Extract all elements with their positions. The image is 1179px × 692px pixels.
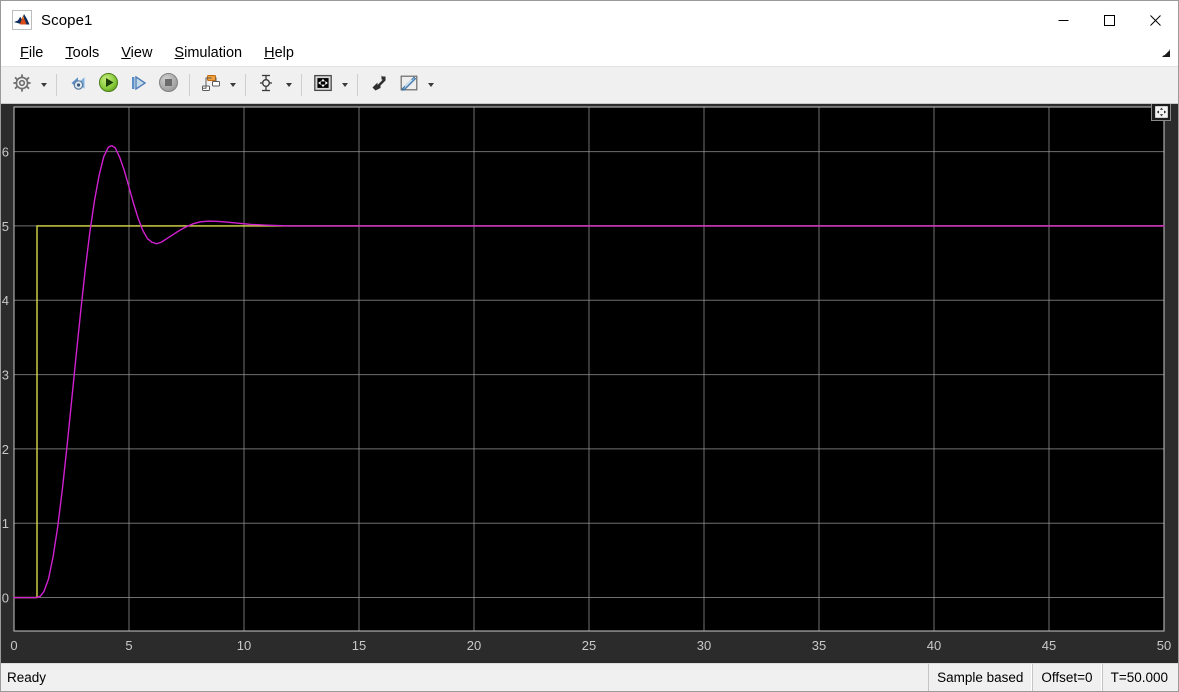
x-tick-label: 40 [927,638,941,653]
status-time: T=50.000 [1101,664,1178,691]
chevron-down-icon [427,83,434,87]
menu-view[interactable]: View [110,42,163,64]
menu-tools[interactable]: Tools [54,42,110,64]
status-offset: Offset=0 [1032,664,1102,691]
x-tick-label: 5 [125,638,132,653]
x-tick-label: 45 [1042,638,1056,653]
simulink-model-dropdown[interactable] [226,71,239,99]
x-tick-label: 30 [697,638,711,653]
stop-button[interactable] [153,71,183,99]
x-tick-label: 15 [352,638,366,653]
x-tick-label: 20 [467,638,481,653]
y-tick-label: 1 [2,516,9,531]
chevron-down-icon [229,83,236,87]
scope-plot-area[interactable]: 0 5 10 15 20 25 30 35 40 45 50 0 1 2 3 4 5 6 [1,104,1178,663]
x-tick-label: 25 [582,638,596,653]
y-tick-label: 3 [2,368,9,383]
toolbar [1,67,1178,104]
toolbar-separator [357,74,358,96]
maximize-button[interactable] [1086,1,1132,39]
menu-file-mnemonic: F [20,44,29,61]
chevron-down-icon [40,83,47,87]
run-back-to-start-button[interactable] [63,71,93,99]
menu-file[interactable]: File [9,42,54,64]
zoom-y-icon [369,73,389,98]
x-tick-label: 10 [237,638,251,653]
maximize-axes-icon[interactable] [1151,104,1171,121]
step-forward-icon [128,73,149,98]
toolbar-separator [189,74,190,96]
y-tick-label: 2 [2,442,9,457]
autoscale-button[interactable] [308,71,338,99]
chevron-down-icon [285,83,292,87]
toolbar-separator [56,74,57,96]
simulink-model-button[interactable] [196,71,226,99]
y-tick-label: 5 [2,219,9,234]
x-tick-label: 35 [812,638,826,653]
y-tick-label: 4 [2,293,9,308]
y-tick-label: 6 [2,145,9,160]
close-button[interactable] [1132,1,1178,39]
status-sample-mode: Sample based [928,664,1033,691]
title-bar: Scope1 [1,1,1178,39]
menu-tools-mnemonic: T [65,44,73,61]
menu-file-rest: ile [28,44,44,61]
menu-view-rest: iew [130,44,153,61]
menu-help-mnemonic: H [264,44,275,61]
style-dropdown[interactable] [424,71,437,99]
zoom-in-y-button[interactable] [364,71,394,99]
step-forward-button[interactable] [123,71,153,99]
run-button[interactable] [93,71,123,99]
window-title: Scope1 [41,11,93,29]
toolbar-separator [301,74,302,96]
menu-simulation-rest: imulation [184,44,243,61]
menu-bar: File Tools View Simulation Help [1,39,1178,67]
chevron-down-icon [341,83,348,87]
style-button[interactable] [394,71,424,99]
gear-icon [12,73,32,98]
autoscale-dropdown[interactable] [338,71,351,99]
menu-tools-rest: ools [72,44,100,61]
status-bar: Ready Sample based Offset=0 T=50.000 [1,663,1178,691]
model-blocks-icon [200,73,222,98]
style-pencil-icon [399,73,419,98]
menu-help[interactable]: Help [253,42,305,64]
configuration-properties-dropdown[interactable] [37,71,50,99]
status-ready: Ready [7,670,47,685]
play-icon [98,72,119,98]
autoscale-icon [313,73,333,98]
menu-simulation-mnemonic: S [174,44,185,61]
menu-view-mnemonic: V [121,44,131,61]
rewind-icon [68,73,89,98]
toolbar-separator [245,74,246,96]
cursor-measure-icon [257,73,277,98]
x-tick-label: 0 [10,638,17,653]
configuration-properties-button[interactable] [7,71,37,99]
menu-help-rest: elp [274,44,294,61]
x-tick-label: 50 [1157,638,1171,653]
window-controls [1040,1,1178,39]
scope-window: Scope1 File Tools View Simulation Help 0… [0,0,1179,692]
y-tick-label: 0 [2,591,9,606]
cursor-measurements-dropdown[interactable] [282,71,295,99]
undock-arrow-icon[interactable] [1158,46,1172,60]
minimize-button[interactable] [1040,1,1086,39]
cursor-measurements-button[interactable] [252,71,282,99]
menu-simulation[interactable]: Simulation [163,42,253,64]
stop-icon [158,72,179,98]
scope-axes[interactable]: 0 5 10 15 20 25 30 35 40 45 500123456 [1,104,1178,663]
matlab-icon [12,10,32,30]
